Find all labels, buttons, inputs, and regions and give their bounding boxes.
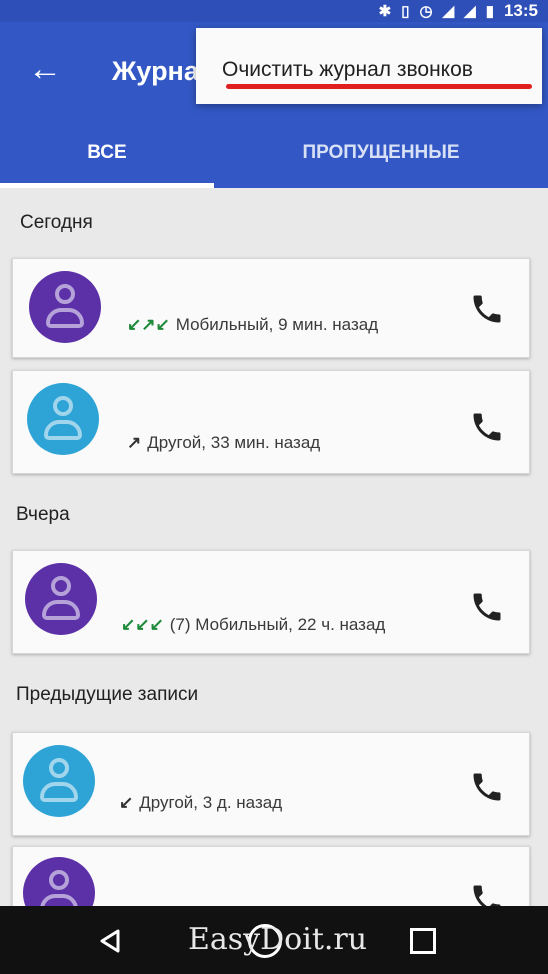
contact-head-icon bbox=[51, 576, 71, 596]
avatar bbox=[27, 383, 99, 455]
phone-icon[interactable] bbox=[469, 291, 505, 327]
avatar bbox=[29, 271, 101, 343]
status-bar: ✱ ▯ ◷ ◢ ◢ ▮ 13:5 bbox=[0, 0, 548, 22]
call-direction-icons: ↙ bbox=[119, 793, 134, 812]
avatar bbox=[25, 563, 97, 635]
watermark: EasyDoit.ru bbox=[188, 922, 368, 957]
contact-body-icon bbox=[40, 782, 78, 802]
wifi-icon: ◢ bbox=[442, 3, 455, 20]
call-log-item[interactable]: ↙ Другой, 3 д. назад bbox=[12, 732, 530, 836]
avatar bbox=[23, 745, 95, 817]
arrow-back-icon[interactable]: ← bbox=[20, 44, 70, 94]
call-detail: ↙↗↙ Мобильный, 9 мин. назад bbox=[127, 315, 378, 335]
call-direction-icons: ↙↗↙ bbox=[127, 315, 170, 334]
page-title: Журнал bbox=[112, 56, 202, 86]
bluetooth-icon: ✱ bbox=[378, 3, 392, 20]
call-detail: ↗ Другой, 33 мин. назад bbox=[127, 433, 320, 453]
contact-head-icon bbox=[55, 284, 75, 304]
section-header-previous: Предыдущие записи bbox=[16, 684, 199, 705]
tab-missed[interactable]: ПРОПУЩЕННЫЕ bbox=[214, 122, 548, 188]
alarm-icon: ◷ bbox=[419, 3, 433, 20]
system-nav-bar: EasyDoit.ru bbox=[0, 906, 548, 974]
call-detail-text: Мобильный, 9 мин. назад bbox=[175, 315, 379, 334]
contact-head-icon bbox=[49, 758, 69, 778]
contact-head-icon bbox=[49, 870, 69, 890]
phone-icon[interactable] bbox=[469, 409, 505, 445]
tab-indicator bbox=[0, 183, 214, 188]
battery-icon: ▮ bbox=[485, 3, 494, 20]
call-log-item[interactable]: ↙↗↙ Мобильный, 9 мин. назад bbox=[12, 258, 530, 358]
nav-recents-icon[interactable] bbox=[410, 928, 436, 954]
call-direction-icons: ↙↙↙ bbox=[121, 615, 164, 634]
status-icons: ✱ ▯ ◷ ◢ ◢ ▮ 13:5 bbox=[379, 1, 538, 21]
call-detail-text: Другой, 3 д. назад bbox=[139, 793, 283, 812]
signal-icon: ◢ bbox=[464, 3, 476, 20]
call-log-item[interactable]: ↗ Другой, 33 мин. назад bbox=[12, 370, 530, 474]
vibrate-icon: ▯ bbox=[401, 3, 410, 20]
phone-icon[interactable] bbox=[469, 769, 505, 805]
section-header-today: Сегодня bbox=[20, 212, 93, 233]
call-detail: ↙ Другой, 3 д. назад bbox=[119, 793, 282, 813]
contact-body-icon bbox=[42, 600, 80, 620]
status-clock: 13:5 bbox=[503, 1, 538, 20]
nav-back-icon[interactable] bbox=[98, 928, 122, 954]
call-detail: ↙↙↙ (7) Мобильный, 22 ч. назад bbox=[121, 615, 385, 635]
call-direction-icons: ↗ bbox=[127, 433, 142, 452]
menu-item-clear-call-log[interactable]: Очистить журнал звонков bbox=[222, 58, 473, 82]
section-header-yesterday: Вчера bbox=[16, 504, 70, 525]
overflow-menu: Очистить журнал звонков bbox=[196, 28, 542, 104]
call-detail-text: Другой, 33 мин. назад bbox=[147, 433, 321, 452]
contact-body-icon bbox=[46, 308, 84, 328]
highlight-underline bbox=[226, 84, 532, 89]
contact-head-icon bbox=[53, 396, 73, 416]
contact-body-icon bbox=[44, 420, 82, 440]
tab-bar: ВСЕ ПРОПУЩЕННЫЕ bbox=[0, 122, 548, 188]
call-log-item[interactable]: ↙↙↙ (7) Мобильный, 22 ч. назад bbox=[12, 550, 530, 654]
tab-all[interactable]: ВСЕ bbox=[0, 122, 214, 188]
call-detail-text: (7) Мобильный, 22 ч. назад bbox=[169, 615, 386, 634]
phone-icon[interactable] bbox=[469, 589, 505, 625]
